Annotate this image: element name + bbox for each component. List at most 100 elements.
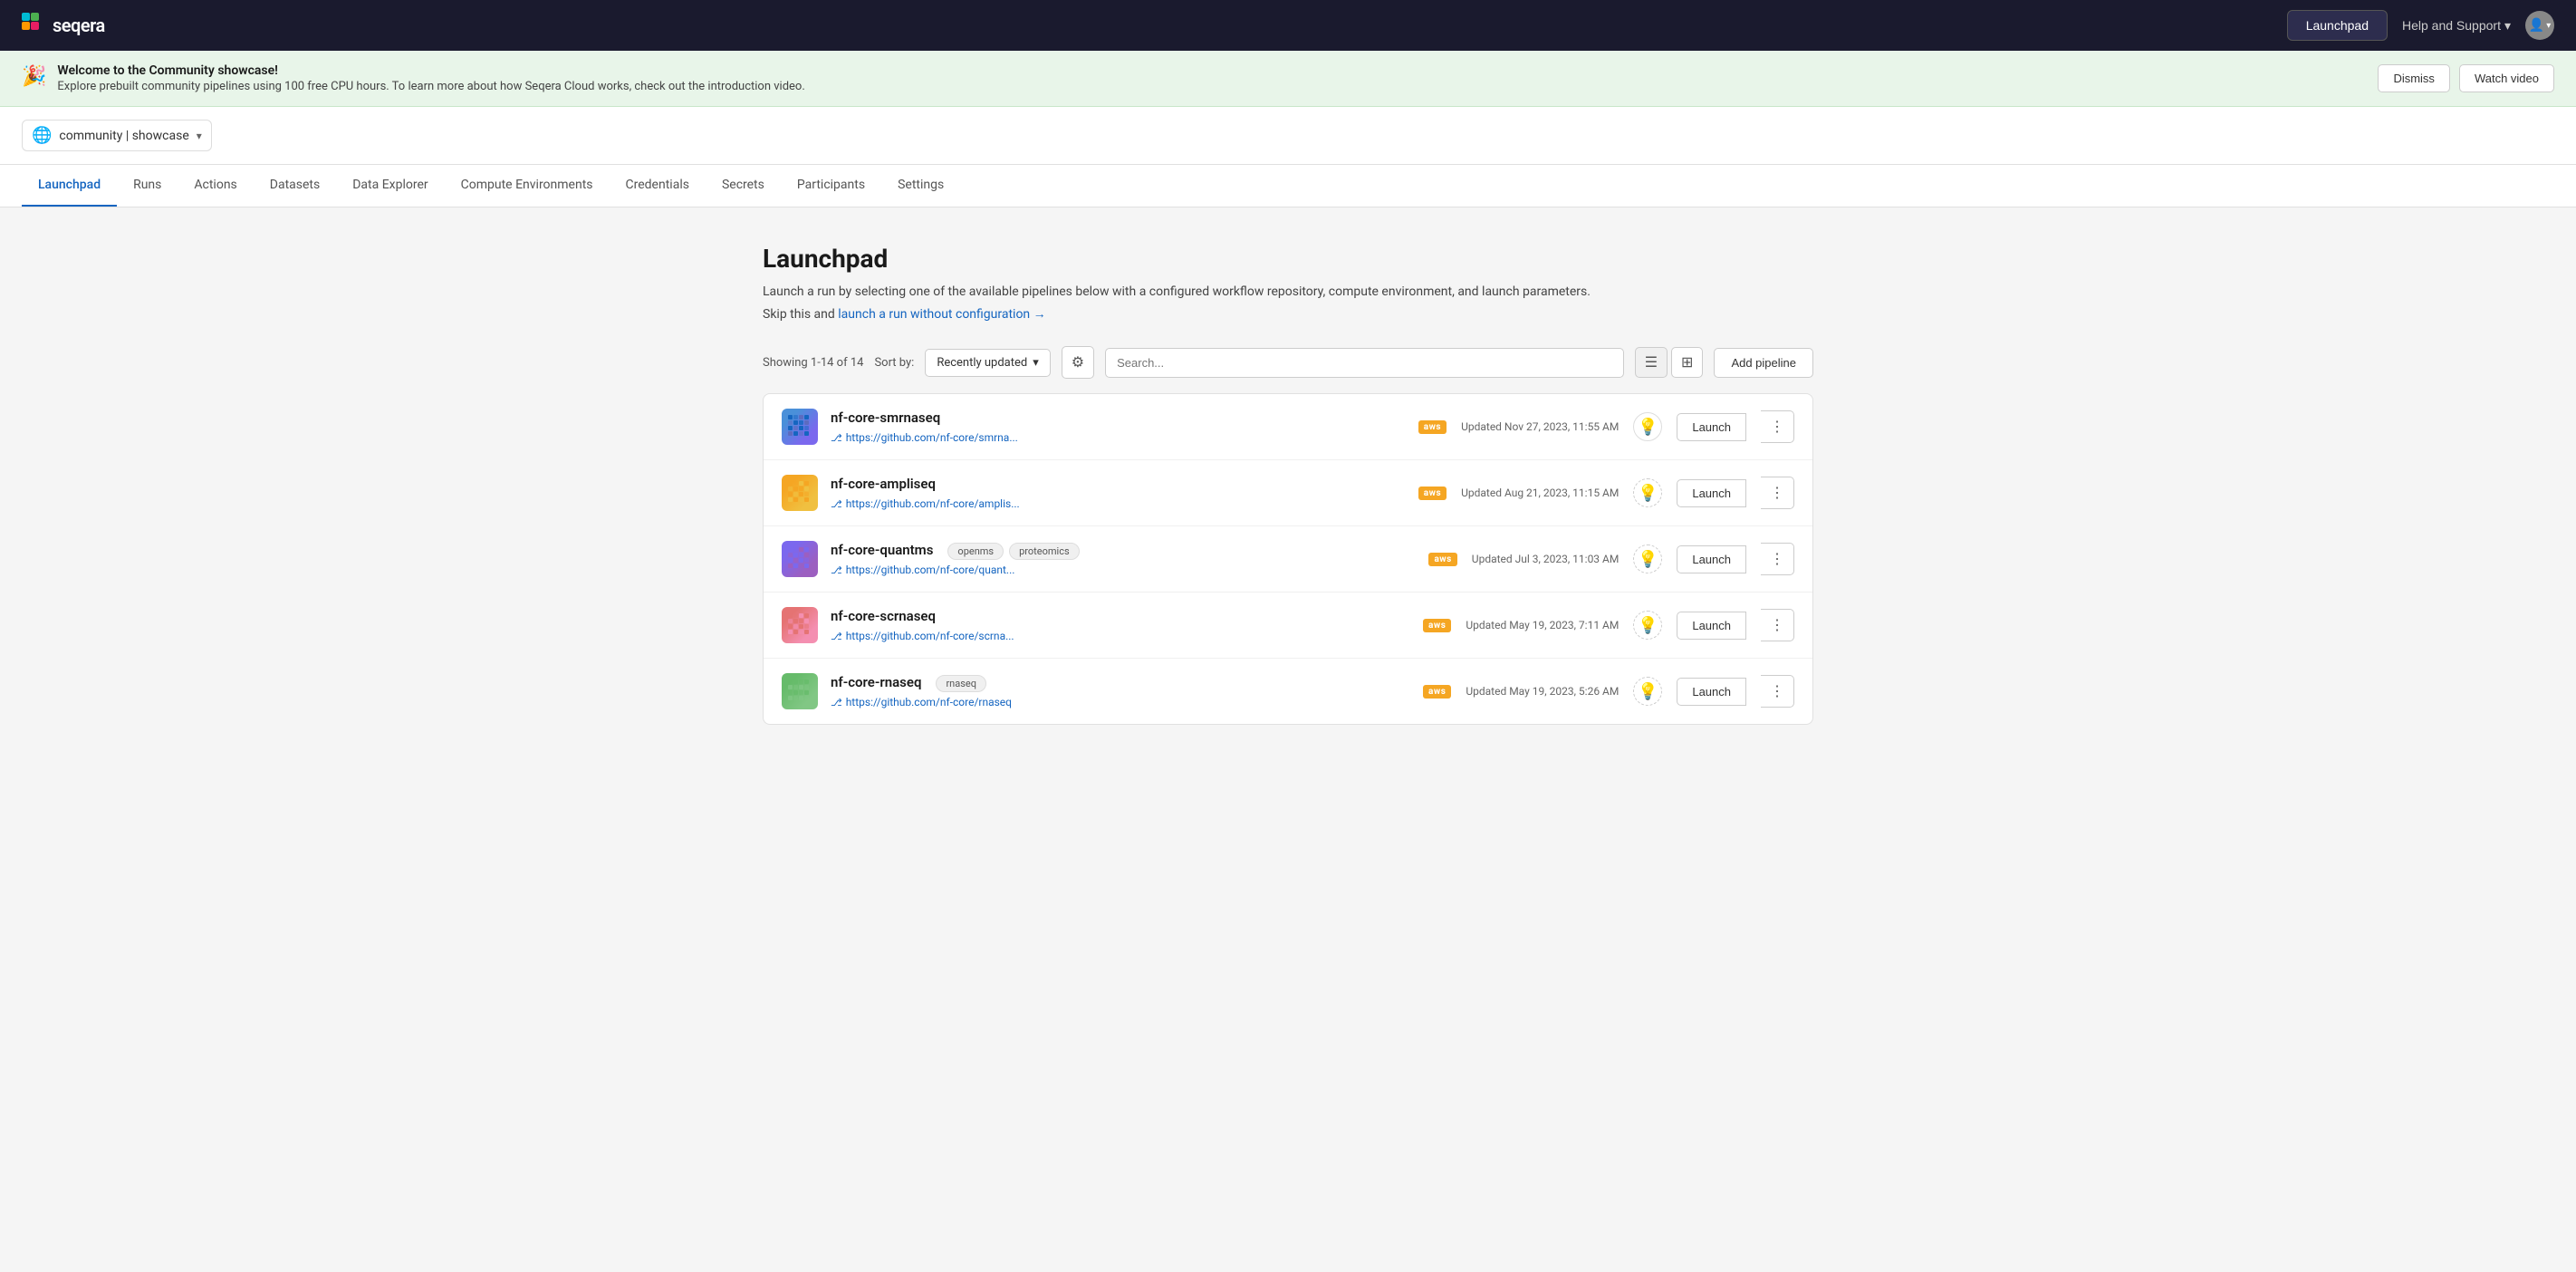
filter-button[interactable]: ⚙ bbox=[1062, 346, 1094, 379]
sort-option-text: Recently updated bbox=[937, 356, 1027, 370]
chevron-down-icon: ▾ bbox=[197, 130, 202, 142]
info-icon[interactable]: 💡 bbox=[1633, 544, 1662, 573]
pipeline-icon bbox=[782, 541, 818, 577]
pipeline-url-link[interactable]: ⎇ https://github.com/nf-core/smrna... bbox=[831, 431, 1406, 444]
table-row: nf-core-smrnaseq ⎇ https://github.com/nf… bbox=[764, 394, 1812, 460]
git-icon: ⎇ bbox=[831, 697, 842, 708]
sort-select[interactable]: Recently updated ▾ bbox=[925, 349, 1050, 377]
view-toggle: ☰ ⊞ bbox=[1635, 347, 1704, 378]
info-icon[interactable]: 💡 bbox=[1633, 478, 1662, 507]
table-row: nf-core-scrnaseq ⎇ https://github.com/nf… bbox=[764, 593, 1812, 659]
cloud-badge: aws bbox=[1423, 619, 1451, 632]
launch-button[interactable]: Launch bbox=[1677, 612, 1746, 640]
pipeline-name: nf-core-smrnaseq bbox=[831, 410, 940, 426]
launch-without-config-link[interactable]: launch a run without configuration → bbox=[838, 307, 1045, 322]
table-row: nf-core-rnaseq rnaseq ⎇ https://github.c… bbox=[764, 659, 1812, 724]
banner-right: Dismiss Watch video bbox=[2378, 64, 2554, 92]
pipeline-url-link[interactable]: ⎇ https://github.com/nf-core/amplis... bbox=[831, 497, 1406, 510]
pipeline-icon bbox=[782, 607, 818, 643]
chevron-down-icon: ▾ bbox=[1033, 356, 1039, 370]
git-icon: ⎇ bbox=[831, 432, 842, 444]
launch-button[interactable]: Launch bbox=[1677, 413, 1746, 441]
pipeline-name: nf-core-quantms bbox=[831, 542, 933, 558]
tab-datasets[interactable]: Datasets bbox=[254, 165, 336, 207]
grid-icon: ⊞ bbox=[1681, 355, 1693, 371]
updated-text: Updated Nov 27, 2023, 11:55 AM bbox=[1461, 420, 1619, 433]
pipeline-name: nf-core-scrnaseq bbox=[831, 608, 936, 624]
tab-secrets[interactable]: Secrets bbox=[706, 165, 781, 207]
pipeline-icon bbox=[782, 409, 818, 445]
updated-text: Updated May 19, 2023, 5:26 AM bbox=[1466, 685, 1619, 698]
page-description: Launch a run by selecting one of the ava… bbox=[763, 283, 1813, 302]
tag-openms: openms bbox=[947, 543, 1004, 560]
pipeline-info: nf-core-smrnaseq ⎇ https://github.com/nf… bbox=[831, 410, 1406, 444]
pipeline-list: nf-core-smrnaseq ⎇ https://github.com/nf… bbox=[763, 393, 1813, 725]
more-options-button[interactable]: ⋮ bbox=[1761, 543, 1794, 575]
pipeline-info: nf-core-rnaseq rnaseq ⎇ https://github.c… bbox=[831, 674, 1410, 708]
search-input[interactable] bbox=[1105, 348, 1624, 378]
skip-text-line: Skip this and launch a run without confi… bbox=[763, 305, 1813, 324]
add-pipeline-button[interactable]: Add pipeline bbox=[1714, 348, 1813, 378]
pipeline-meta: aws Updated May 19, 2023, 7:11 AM 💡 Laun… bbox=[1423, 609, 1794, 641]
more-options-button[interactable]: ⋮ bbox=[1761, 477, 1794, 509]
more-options-button[interactable]: ⋮ bbox=[1761, 609, 1794, 641]
list-view-button[interactable]: ☰ bbox=[1635, 347, 1668, 378]
pipeline-meta: aws Updated Aug 21, 2023, 11:15 AM 💡 Lau… bbox=[1418, 477, 1794, 509]
filter-icon: ⚙ bbox=[1072, 355, 1084, 371]
banner-subtitle: Explore prebuilt community pipelines usi… bbox=[57, 80, 804, 93]
pipeline-url-link[interactable]: ⎇ https://github.com/nf-core/scrna... bbox=[831, 630, 1410, 642]
tab-launchpad[interactable]: Launchpad bbox=[22, 165, 117, 207]
logo-text: seqera bbox=[53, 14, 105, 36]
updated-text: Updated Jul 3, 2023, 11:03 AM bbox=[1472, 553, 1620, 565]
cloud-badge: aws bbox=[1418, 487, 1447, 500]
navigation-tabs: Launchpad Runs Actions Datasets Data Exp… bbox=[0, 165, 2576, 207]
logo: seqera bbox=[22, 13, 105, 38]
tab-actions[interactable]: Actions bbox=[178, 165, 253, 207]
tab-settings[interactable]: Settings bbox=[881, 165, 960, 207]
cloud-badge: aws bbox=[1423, 685, 1451, 699]
banner-text: Welcome to the Community showcase! Explo… bbox=[57, 63, 804, 93]
avatar-icon: 👤 bbox=[2529, 18, 2544, 33]
dismiss-button[interactable]: Dismiss bbox=[2378, 64, 2450, 92]
main-content: Launchpad Launch a run by selecting one … bbox=[654, 207, 1922, 761]
more-options-button[interactable]: ⋮ bbox=[1761, 675, 1794, 708]
launch-button[interactable]: Launch bbox=[1677, 678, 1746, 706]
info-icon[interactable]: 💡 bbox=[1633, 611, 1662, 640]
git-icon: ⎇ bbox=[831, 564, 842, 576]
table-row: nf-core-ampliseq ⎇ https://github.com/nf… bbox=[764, 460, 1812, 526]
pipeline-tags: rnaseq bbox=[936, 675, 986, 692]
grid-view-button[interactable]: ⊞ bbox=[1671, 347, 1703, 378]
tab-data-explorer[interactable]: Data Explorer bbox=[336, 165, 444, 207]
avatar-chevron: ▾ bbox=[2546, 21, 2551, 31]
tab-compute-environments[interactable]: Compute Environments bbox=[445, 165, 610, 207]
more-options-button[interactable]: ⋮ bbox=[1761, 410, 1794, 443]
watch-video-button[interactable]: Watch video bbox=[2459, 64, 2554, 92]
launch-button[interactable]: Launch bbox=[1677, 545, 1746, 573]
avatar[interactable]: 👤 ▾ bbox=[2525, 11, 2554, 40]
pipeline-url-link[interactable]: ⎇ https://github.com/nf-core/quant... bbox=[831, 564, 1416, 576]
pipeline-url-link[interactable]: ⎇ https://github.com/nf-core/rnaseq bbox=[831, 696, 1410, 708]
launch-button[interactable]: Launch bbox=[1677, 479, 1746, 507]
info-icon[interactable]: 💡 bbox=[1633, 677, 1662, 706]
help-support-button[interactable]: Help and Support ▾ bbox=[2402, 18, 2511, 34]
git-icon: ⎇ bbox=[831, 631, 842, 642]
list-icon: ☰ bbox=[1645, 355, 1658, 371]
tab-participants[interactable]: Participants bbox=[781, 165, 881, 207]
workspace-selector[interactable]: 🌐 community | showcase ▾ bbox=[22, 120, 212, 151]
launchpad-header-button[interactable]: Launchpad bbox=[2287, 10, 2388, 41]
skip-prefix: Skip this and bbox=[763, 307, 835, 322]
page-title: Launchpad bbox=[763, 244, 1813, 274]
info-icon[interactable]: 💡 bbox=[1633, 412, 1662, 441]
tab-credentials[interactable]: Credentials bbox=[610, 165, 706, 207]
pipeline-info: nf-core-quantms openms proteomics ⎇ http… bbox=[831, 542, 1416, 576]
tab-runs[interactable]: Runs bbox=[117, 165, 178, 207]
header-right: Launchpad Help and Support ▾ 👤 ▾ bbox=[2287, 10, 2554, 41]
pipeline-meta: aws Updated Nov 27, 2023, 11:55 AM 💡 Lau… bbox=[1418, 410, 1794, 443]
banner-icon: 🎉 bbox=[22, 65, 46, 88]
header: seqera Launchpad Help and Support ▾ 👤 ▾ bbox=[0, 0, 2576, 51]
pipeline-icon bbox=[782, 673, 818, 709]
sort-label: Sort by: bbox=[874, 356, 914, 370]
table-row: nf-core-quantms openms proteomics ⎇ http… bbox=[764, 526, 1812, 593]
updated-text: Updated May 19, 2023, 7:11 AM bbox=[1466, 619, 1619, 631]
pipeline-icon bbox=[782, 475, 818, 511]
